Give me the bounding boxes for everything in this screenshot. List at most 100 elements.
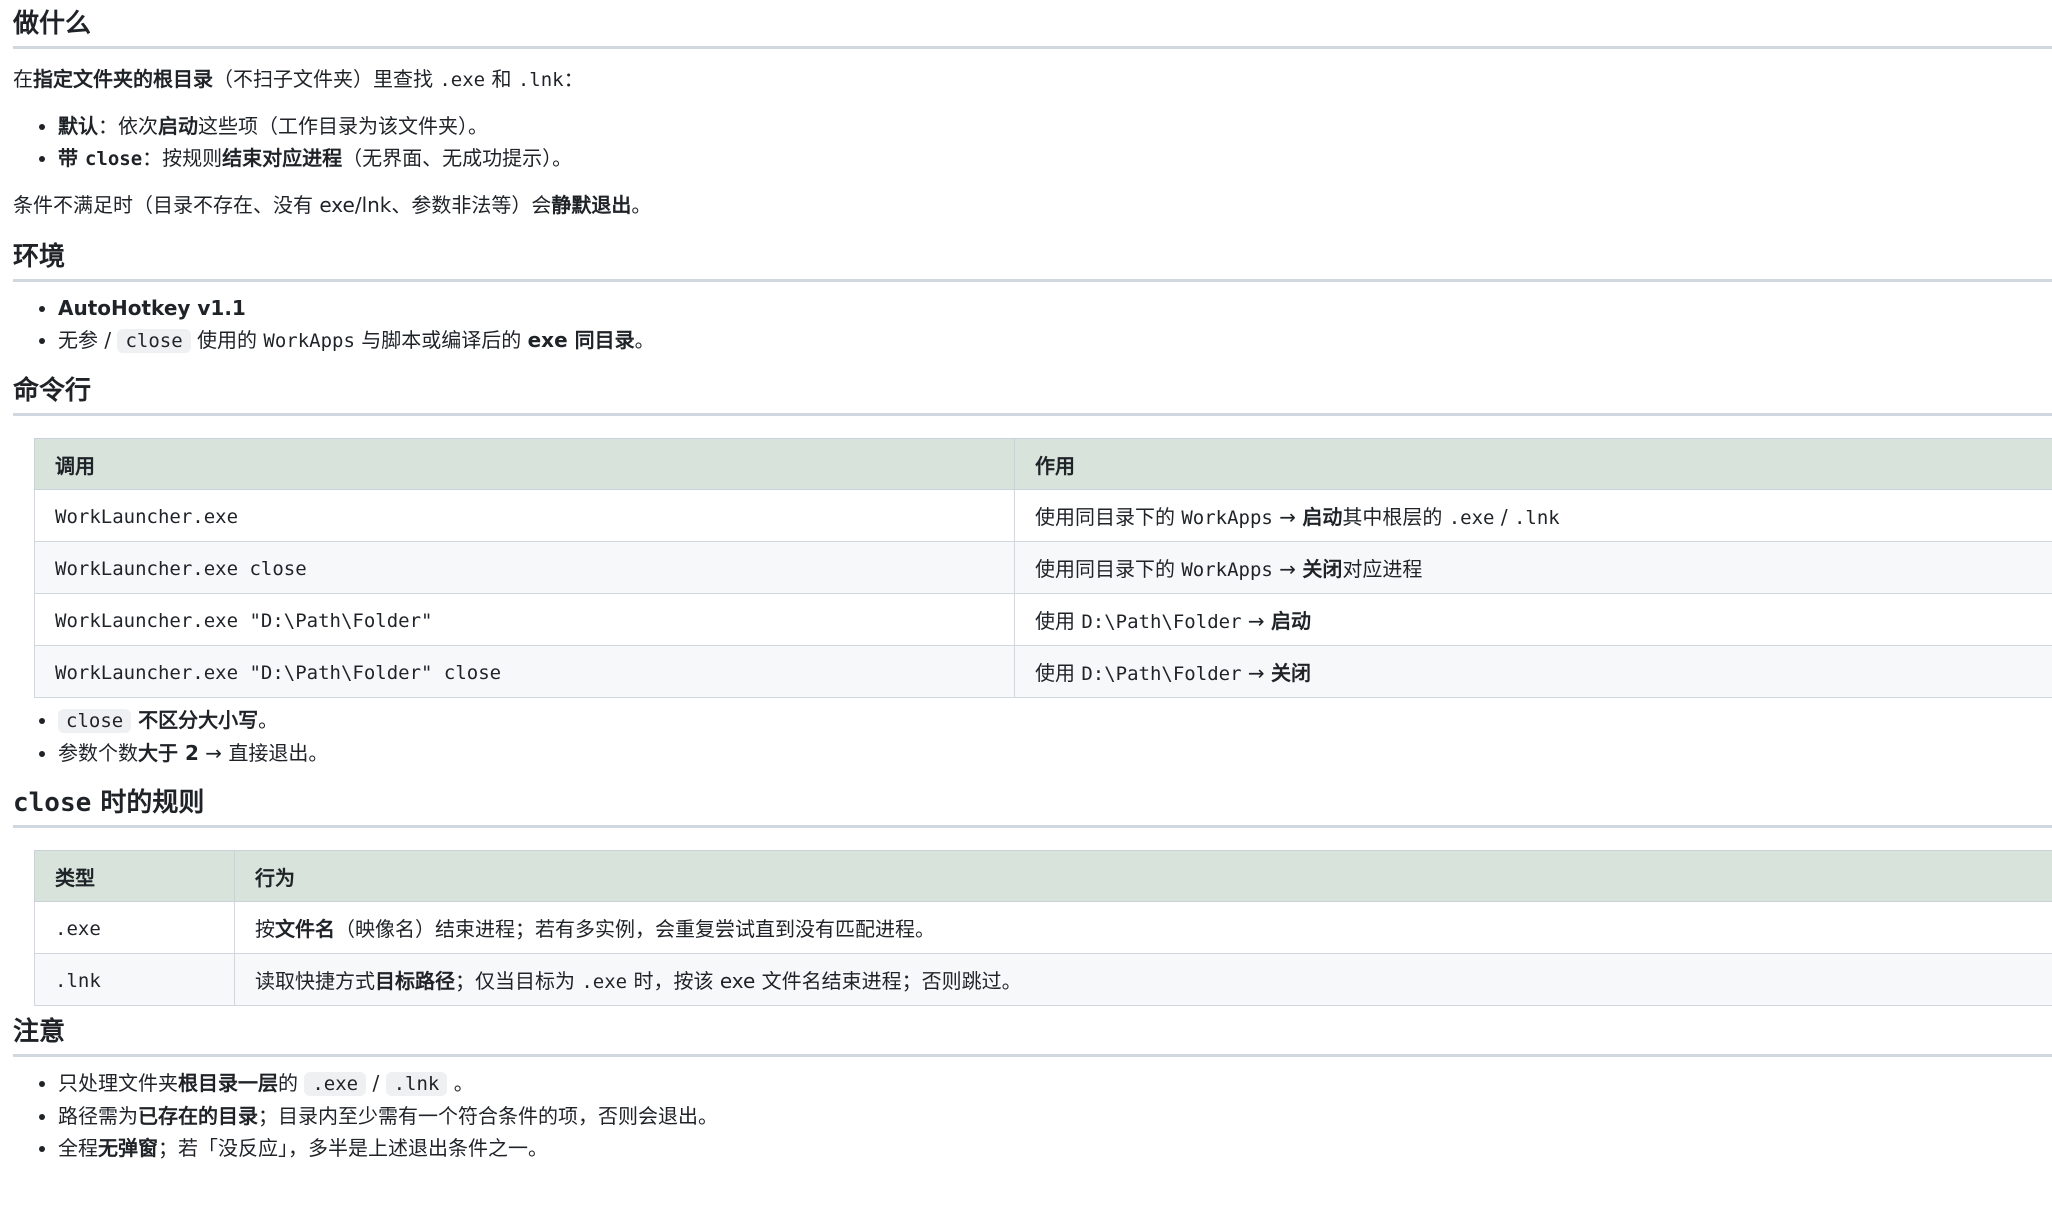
text: 参数个数: [58, 741, 138, 765]
table-row: WorkLauncher.exe close 使用同目录下的 WorkApps …: [34, 541, 2052, 594]
bold-text: 关闭: [1302, 557, 1343, 581]
bold-text: 已存在的目录: [138, 1104, 258, 1128]
text: ：依次: [98, 114, 158, 138]
code-close: close: [58, 709, 132, 733]
header-invoke: 调用: [34, 438, 1015, 490]
text: 按: [255, 917, 275, 941]
code-text: .exe: [1448, 507, 1495, 529]
text: 全程: [58, 1136, 98, 1160]
bold-text: 关闭: [1271, 661, 1311, 685]
text: →: [1241, 609, 1271, 633]
list-item: 路径需为已存在的目录；目录内至少需有一个符合条件的项，否则会退出。: [58, 1100, 2052, 1132]
environment-list: AutoHotkey v1.1 无参 / close 使用的 WorkApps …: [13, 292, 2052, 357]
bold-text: AutoHotkey v1.1: [58, 296, 246, 320]
bold-text: 指定文件夹的根目录: [33, 67, 213, 91]
text: 无参 /: [58, 328, 118, 352]
text: 只处理文件夹: [58, 1071, 178, 1095]
effect-cell: 使用同目录下的 WorkApps → 关闭对应进程: [1014, 541, 2052, 594]
text: →: [1272, 505, 1303, 529]
text: （无界面、无成功提示）。: [342, 146, 573, 170]
text: 时的规则: [91, 788, 205, 818]
table-row: WorkLauncher.exe "D:\Path\Folder" close …: [34, 645, 2052, 698]
table-header-row: 类型 行为: [34, 850, 2052, 902]
text: 。: [258, 708, 279, 732]
table-row: WorkLauncher.exe "D:\Path\Folder" 使用 D:\…: [34, 593, 2052, 646]
text: 条件不满足时（目录不存在、没有 exe/lnk、参数非法等）会: [13, 193, 552, 217]
readme-document: 做什么 在指定文件夹的根目录（不扫子文件夹）里查找 .exe 和 .lnk： 默…: [0, 0, 2052, 1221]
type-cell: .lnk: [34, 953, 235, 1006]
text: 带: [58, 146, 85, 170]
code-text: WorkApps: [1181, 559, 1273, 581]
code-type: .lnk: [55, 969, 101, 992]
code-exe: .exe: [304, 1072, 367, 1096]
text: 使用同目录下的: [1035, 505, 1182, 529]
behavior-cell: 读取快捷方式目标路径；仅当目标为 .exe 时，按该 exe 文件名结束进程；否…: [234, 953, 2052, 1006]
bold-text: 文件名: [275, 917, 335, 941]
type-cell: .exe: [34, 901, 235, 954]
header-type: 类型: [34, 850, 235, 902]
command-cell: WorkLauncher.exe "D:\Path\Folder" close: [34, 645, 1015, 698]
code-exe: .exe: [439, 69, 486, 91]
text: 对应进程: [1342, 557, 1423, 581]
command-notes-list: close 不区分大小写。 参数个数大于 2 → 直接退出。: [13, 704, 2052, 769]
list-item: 只处理文件夹根目录一层的 .exe / .lnk 。: [58, 1067, 2052, 1100]
header-effect: 作用: [1014, 438, 2052, 490]
bold-text: 启动: [158, 114, 198, 138]
code-text: .exe: [581, 971, 628, 993]
list-item: 全程无弹窗；若「没反应」，多半是上述退出条件之一。: [58, 1132, 2052, 1164]
list-item: 带 close：按规则结束对应进程（无界面、无成功提示）。: [58, 142, 2052, 175]
code-command: WorkLauncher.exe "D:\Path\Folder": [55, 609, 433, 632]
text: →: [1272, 557, 1303, 581]
text: ：: [563, 67, 584, 91]
heading-command-line: 命令行: [13, 369, 2052, 416]
heading-environment: 环境: [13, 235, 2052, 282]
heading-notes: 注意: [13, 1010, 2052, 1057]
effect-cell: 使用 D:\Path\Folder → 启动: [1014, 593, 2052, 646]
bold-text: 无弹窗: [98, 1136, 158, 1160]
command-cell: WorkLauncher.exe close: [34, 541, 1015, 594]
bold-text: 默认: [58, 114, 98, 138]
code-type: .exe: [55, 917, 101, 940]
text: 的: [278, 1071, 305, 1095]
code-command: WorkLauncher.exe "D:\Path\Folder" close: [55, 661, 502, 684]
bold-text: 静默退出: [551, 193, 632, 217]
header-behavior: 行为: [234, 850, 2052, 902]
list-item: AutoHotkey v1.1: [58, 292, 2052, 324]
list-item: 默认：依次启动这些项（工作目录为该文件夹）。: [58, 110, 2052, 142]
text: ：按规则: [142, 146, 223, 170]
code-lnk: .lnk: [517, 69, 564, 91]
bold-text: 根目录一层: [178, 1071, 278, 1095]
code-close: close: [13, 788, 92, 818]
behavior-cell: 按文件名（映像名）结束进程；若有多实例，会重复尝试直到没有匹配进程。: [234, 901, 2052, 954]
text: 使用同目录下的: [1035, 557, 1182, 581]
text: 和: [485, 67, 518, 91]
code-text: D:\Path\Folder: [1081, 663, 1242, 685]
code-lnk: .lnk: [385, 1072, 448, 1096]
table-row: WorkLauncher.exe 使用同目录下的 WorkApps → 启动其中…: [34, 489, 2052, 542]
list-item: 无参 / close 使用的 WorkApps 与脚本或编译后的 exe 同目录…: [58, 324, 2052, 357]
text: ；目录内至少需有一个符合条件的项，否则会退出。: [258, 1104, 718, 1128]
text: 与脚本或编译后的: [354, 328, 528, 352]
bold-text: 启动: [1271, 609, 1311, 633]
effect-cell: 使用同目录下的 WorkApps → 启动其中根层的 .exe / .lnk: [1014, 489, 2052, 542]
bold-text: 目标路径: [375, 969, 455, 993]
bold-text: exe 同目录: [527, 328, 635, 352]
text: ；仅当目标为: [455, 969, 582, 993]
text: 使用: [1035, 661, 1082, 685]
text: → 直接退出。: [198, 741, 329, 765]
text: 其中根层的: [1342, 505, 1449, 529]
heading-what: 做什么: [13, 2, 2052, 49]
text: ；若「没反应」，多半是上述退出条件之一。: [158, 1136, 548, 1160]
code-close: close: [84, 148, 143, 170]
text: （映像名）结束进程；若有多实例，会重复尝试直到没有匹配进程。: [335, 917, 935, 941]
section-command-line: 命令行 调用 作用 WorkLauncher.exe 使用同目录下的 WorkA…: [13, 369, 2052, 769]
text: 使用: [1035, 609, 1082, 633]
text: /: [1494, 505, 1514, 529]
bold-text: 不区分大小写: [131, 708, 259, 732]
code-close: close: [117, 329, 191, 353]
text: →: [1241, 661, 1271, 685]
table-header-row: 调用 作用: [34, 438, 2052, 490]
code-text: WorkApps: [1181, 507, 1273, 529]
bold-text: 启动: [1302, 505, 1343, 529]
text: /: [366, 1071, 386, 1095]
